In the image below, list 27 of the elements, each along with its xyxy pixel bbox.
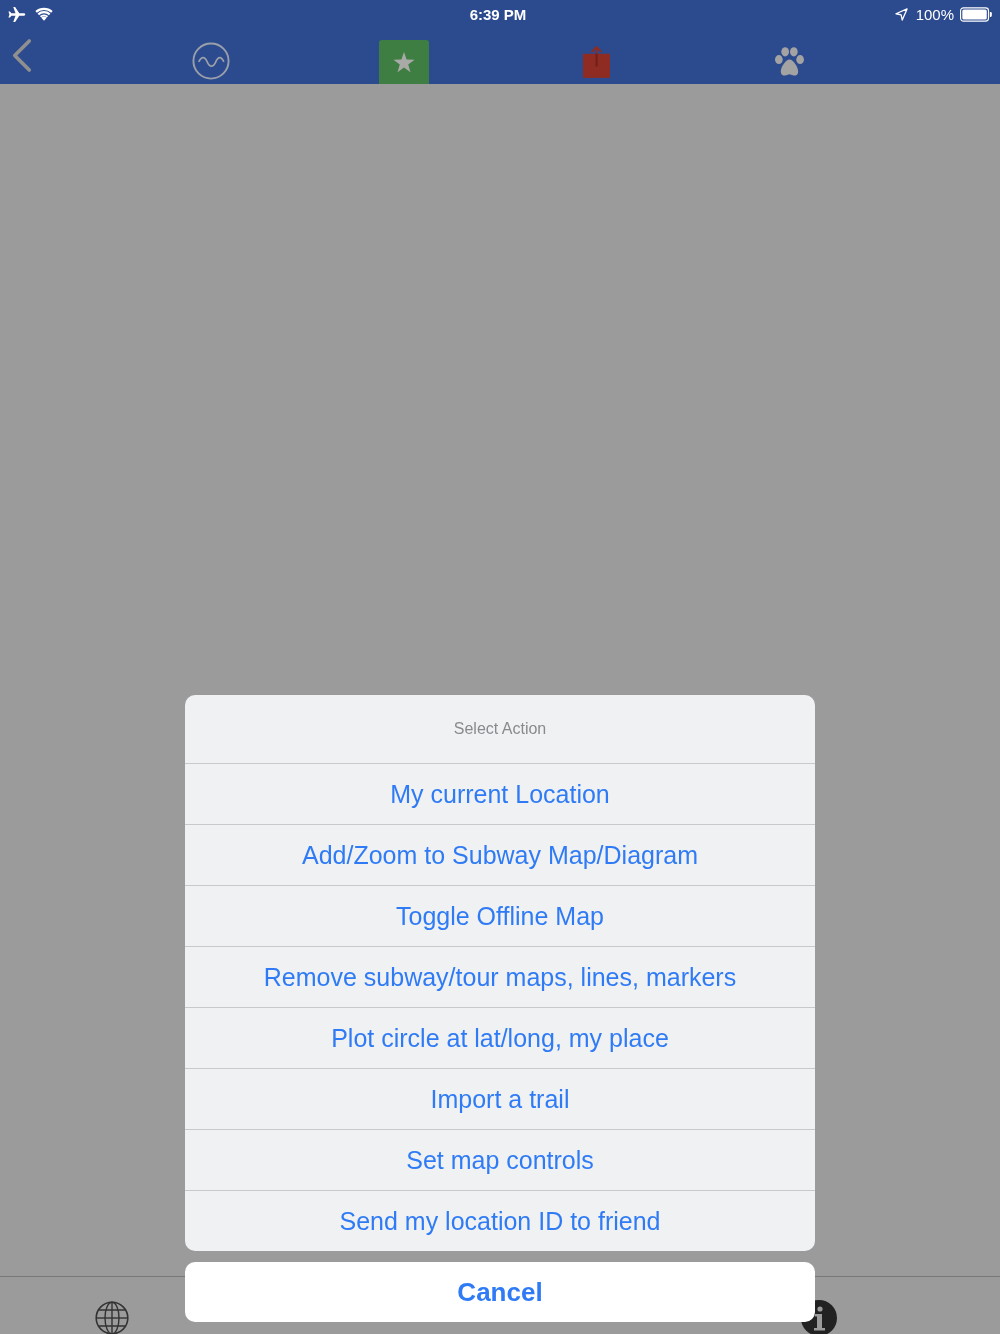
toolbar-tab[interactable] — [191, 42, 230, 80]
star-icon — [392, 51, 415, 73]
battery-percentage: 100% — [915, 5, 954, 23]
toolbar-tab[interactable] — [774, 46, 805, 76]
cancel-button[interactable]: Cancel — [185, 1262, 815, 1322]
chevron-left-icon — [12, 38, 32, 73]
action-option[interactable]: Import a trail — [185, 1068, 815, 1129]
action-option[interactable]: Remove subway/tour maps, lines, markers — [185, 946, 815, 1007]
airplane-icon — [8, 6, 26, 22]
action-option[interactable]: Toggle Offline Map — [185, 885, 815, 946]
paw-icon — [774, 46, 805, 76]
wifi-icon — [35, 7, 53, 21]
wave-circle-icon — [191, 42, 230, 80]
action-option[interactable]: Add/Zoom to Subway Map/Diagram — [185, 824, 815, 885]
back-button[interactable] — [12, 38, 32, 73]
status-time: 6:39 PM — [469, 5, 528, 23]
sheet-title: Select Action — [452, 719, 548, 739]
share-icon — [583, 44, 610, 78]
location-arrow-icon — [894, 7, 908, 21]
action-option[interactable]: Send my location ID to friend — [185, 1190, 815, 1251]
action-option[interactable]: Plot circle at lat/long, my place — [185, 1007, 815, 1068]
globe-icon — [95, 1301, 129, 1334]
action-option[interactable]: Set map controls — [185, 1129, 815, 1190]
action-option[interactable]: My current Location — [185, 763, 815, 824]
battery-icon — [960, 6, 992, 22]
toolbar-tab[interactable] — [378, 40, 429, 84]
globe-button[interactable] — [95, 1301, 129, 1334]
